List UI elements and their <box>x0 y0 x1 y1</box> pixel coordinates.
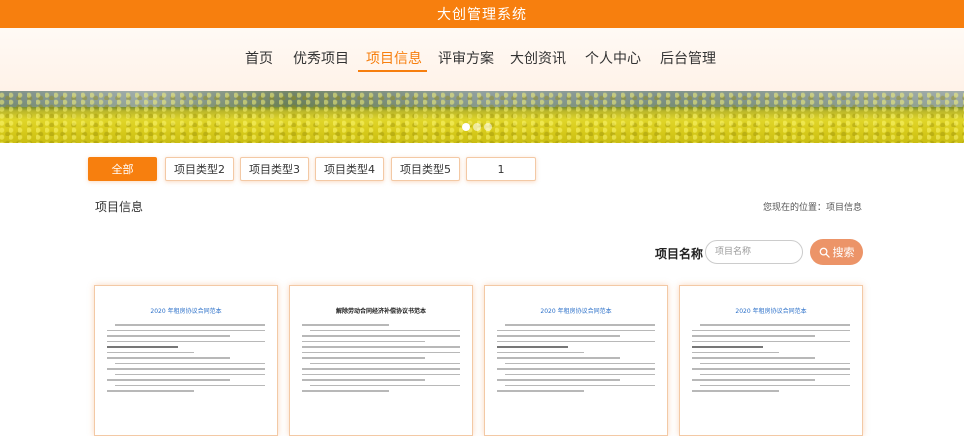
nav-item-review-plan[interactable]: 评审方案 <box>438 48 494 68</box>
document-thumbnail: 解除劳动合同经济补偿协议书范本 <box>302 294 460 396</box>
filter-chip-type-4[interactable]: 项目类型4 <box>315 157 384 181</box>
document-thumbnail: 2020 年租房协议合同范本 <box>497 294 655 396</box>
project-card[interactable]: 2020 年租房协议合同范本 <box>679 285 863 436</box>
filter-chip-type-5[interactable]: 项目类型5 <box>391 157 460 181</box>
document-title: 2020 年租房协议合同范本 <box>540 308 612 315</box>
project-card[interactable]: 2020 年租房协议合同范本 <box>94 285 278 436</box>
search-input[interactable] <box>705 240 803 264</box>
search-label: 项目名称 <box>655 247 704 261</box>
nav-item-excellent-projects[interactable]: 优秀项目 <box>293 48 349 68</box>
carousel-dot-3[interactable] <box>484 123 492 131</box>
nav-item-personal-center[interactable]: 个人中心 <box>585 48 641 68</box>
breadcrumb: 您现在的位置：项目信息 <box>762 203 862 213</box>
filter-chip-1[interactable]: 1 <box>466 157 536 181</box>
filter-chip-type-2[interactable]: 项目类型2 <box>165 157 234 181</box>
filter-chip-type-3[interactable]: 项目类型3 <box>240 157 309 181</box>
filter-chip-all[interactable]: 全部 <box>88 157 157 181</box>
document-title: 2020 年租房协议合同范本 <box>735 308 807 315</box>
banner-carousel[interactable] <box>0 91 964 143</box>
document-title: 2020 年租房协议合同范本 <box>150 308 222 315</box>
app-header: 大创管理系统 <box>0 0 964 28</box>
main-nav: 首页 优秀项目 项目信息 评审方案 大创资讯 个人中心 后台管理 <box>0 28 964 91</box>
page-title: 项目信息 <box>95 200 144 214</box>
nav-item-news[interactable]: 大创资讯 <box>510 48 566 68</box>
search-button[interactable]: 搜索 <box>810 239 863 265</box>
search-button-label: 搜索 <box>832 246 855 259</box>
project-card[interactable]: 2020 年租房协议合同范本 <box>484 285 668 436</box>
app-title: 大创管理系统 <box>437 7 527 23</box>
document-thumbnail: 2020 年租房协议合同范本 <box>692 294 850 396</box>
project-card[interactable]: 解除劳动合同经济补偿协议书范本 <box>289 285 473 436</box>
carousel-dot-2[interactable] <box>473 123 481 131</box>
document-title: 解除劳动合同经济补偿协议书范本 <box>335 308 426 315</box>
nav-item-project-info[interactable]: 项目信息 <box>366 48 422 68</box>
carousel-dot-1[interactable] <box>462 123 470 131</box>
nav-item-admin[interactable]: 后台管理 <box>660 48 716 68</box>
search-icon <box>819 247 830 258</box>
nav-item-home[interactable]: 首页 <box>245 48 273 68</box>
nav-active-indicator <box>358 70 427 72</box>
banner-image-flowers <box>0 91 964 143</box>
carousel-indicators <box>462 123 492 131</box>
document-thumbnail: 2020 年租房协议合同范本 <box>107 294 265 396</box>
